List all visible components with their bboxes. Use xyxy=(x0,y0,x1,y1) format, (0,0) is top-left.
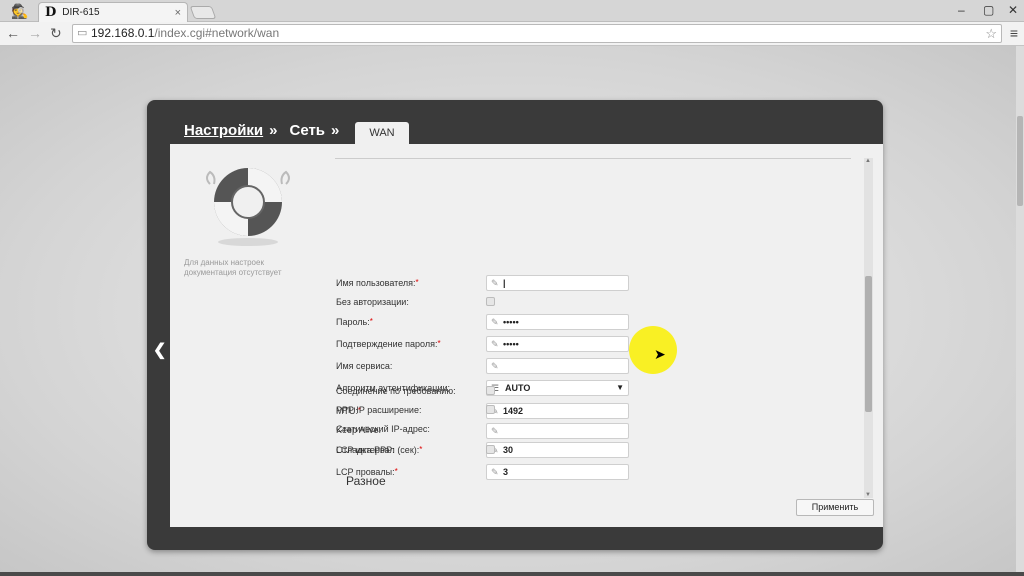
dlink-favicon-icon: D xyxy=(45,5,57,20)
service-name-label: Имя сервиса: xyxy=(336,361,393,371)
required-mark: * xyxy=(358,406,362,415)
lcp-interval-field[interactable]: ✎ 30 xyxy=(486,442,629,458)
pencil-icon: ✎ xyxy=(491,361,499,371)
new-tab-button[interactable] xyxy=(189,6,217,19)
password-value: ••••• xyxy=(503,317,519,327)
password-field[interactable]: ✎ ••••• xyxy=(486,314,629,330)
address-bar[interactable]: ▭ 192.168.0.1/index.cgi#network/wan ☆ xyxy=(72,24,1002,43)
help-text: Для данных настроек документация отсутст… xyxy=(184,258,282,277)
lcp-interval-value: 30 xyxy=(503,445,514,455)
back-icon[interactable]: ← xyxy=(6,25,20,41)
username-label-text: Имя пользователя: xyxy=(336,278,416,288)
row-lcp-fails: LCP провалы:* ✎ 3 xyxy=(336,464,636,480)
required-mark: * xyxy=(369,317,373,326)
reload-icon[interactable]: ↻ xyxy=(50,25,62,42)
dropdown-caret-icon: ▼ xyxy=(616,383,624,392)
browser-toolbar: ← → ↻ ▭ 192.168.0.1/index.cgi#network/wa… xyxy=(0,22,1024,46)
page-scrollbar[interactable] xyxy=(1016,46,1024,576)
row-no-auth: Без авторизации: xyxy=(336,294,636,310)
minimize-button[interactable]: – xyxy=(958,3,965,17)
close-window-button[interactable]: ✕ xyxy=(1008,3,1018,17)
page-icon: ▭ xyxy=(77,27,88,39)
row-mtu: MTU:* ✎ 1492 xyxy=(336,403,636,419)
browser-tab[interactable]: D DIR-615 × xyxy=(38,2,188,22)
lcp-fails-label-text: LCP провалы: xyxy=(336,467,395,477)
pencil-icon: ✎ xyxy=(491,278,499,288)
row-lcp-interval: LCP интервал (сек):* ✎ 30 xyxy=(336,442,636,458)
cursor-highlight xyxy=(629,326,677,374)
password-confirm-label: Подтверждение пароля:* xyxy=(336,339,441,349)
username-value: | xyxy=(503,278,506,288)
settings-content: Для данных настроек документация отсутст… xyxy=(170,144,883,527)
password-confirm-value: ••••• xyxy=(503,339,519,349)
router-panel: Настройки » Сеть » WAN ❮ Для данных наст… xyxy=(147,100,883,550)
row-service-name: Имя сервиса: ✎ xyxy=(336,358,636,374)
mtu-label-text: MTU: xyxy=(336,406,358,416)
lifebuoy-icon xyxy=(206,168,290,246)
pencil-icon: ✎ xyxy=(491,339,499,349)
section-divider xyxy=(335,158,851,159)
tab-title: DIR-615 xyxy=(62,7,100,18)
pencil-icon: ✎ xyxy=(491,406,499,416)
lcp-fails-field[interactable]: ✎ 3 xyxy=(486,464,629,480)
required-mark: * xyxy=(415,278,419,287)
mouse-cursor-icon: ➤ xyxy=(654,346,666,362)
back-arrow-icon[interactable]: ❮ xyxy=(153,340,166,360)
row-keep-alive: Keep Alive: ✓ xyxy=(336,422,636,438)
pencil-icon: ✎ xyxy=(491,445,499,455)
breadcrumb-settings[interactable]: Настройки xyxy=(184,122,263,139)
pencil-icon: ✎ xyxy=(491,317,499,327)
keep-alive-label: Keep Alive: xyxy=(336,425,382,435)
password-label: Пароль:* xyxy=(336,317,373,327)
tab-wan[interactable]: WAN xyxy=(355,122,409,144)
row-username: Имя пользователя:* ✎ | xyxy=(336,275,636,291)
maximize-button[interactable]: ▢ xyxy=(983,3,994,17)
breadcrumb: Настройки » Сеть » xyxy=(184,122,339,139)
lcp-fails-value: 3 xyxy=(503,467,509,477)
pencil-icon: ✎ xyxy=(491,467,499,477)
mtu-field[interactable]: ✎ 1492 xyxy=(486,403,629,419)
auth-algo-value: AUTO xyxy=(505,383,531,393)
lcp-interval-label: LCP интервал (сек):* xyxy=(336,445,422,455)
taskbar-strip xyxy=(0,572,1024,576)
row-auth-algo: Алгоритм аутентификации: ☰ AUTO ▼ xyxy=(336,380,636,396)
list-icon: ☰ xyxy=(491,383,500,393)
keep-alive-checkbox[interactable]: ✓ xyxy=(486,425,495,434)
url-path: /index.cgi#network/wan xyxy=(154,26,280,40)
username-label: Имя пользователя:* xyxy=(336,278,419,288)
breadcrumb-separator: » xyxy=(269,122,278,139)
lcp-fails-label: LCP провалы:* xyxy=(336,467,398,477)
mtu-label: MTU:* xyxy=(336,406,361,416)
no-auth-label: Без авторизации: xyxy=(336,297,409,307)
auth-algo-label: Алгоритм аутентификации: xyxy=(336,383,451,393)
row-password-confirm: Подтверждение пароля:* ✎ ••••• xyxy=(336,336,636,352)
breadcrumb-network[interactable]: Сеть xyxy=(289,122,325,139)
service-name-field[interactable]: ✎ xyxy=(486,358,629,374)
password-confirm-label-text: Подтверждение пароля: xyxy=(336,339,438,349)
required-mark: * xyxy=(394,467,398,476)
tab-close-icon[interactable]: × xyxy=(175,7,181,19)
browser-titlebar: 🕵 D DIR-615 × – ▢ ✕ xyxy=(0,0,1024,22)
forward-icon[interactable]: → xyxy=(28,25,42,41)
lcp-interval-label-text: LCP интервал (сек): xyxy=(336,445,420,455)
password-label-text: Пароль: xyxy=(336,317,370,327)
bookmark-star-icon[interactable]: ☆ xyxy=(985,25,997,42)
required-mark: * xyxy=(437,339,441,348)
required-mark: * xyxy=(419,445,423,454)
url-host: 192.168.0.1 xyxy=(91,26,155,40)
mtu-value: 1492 xyxy=(503,406,524,416)
auth-algo-select[interactable]: ☰ AUTO ▼ xyxy=(486,380,629,396)
page-scrollbar-thumb[interactable] xyxy=(1017,116,1023,206)
no-auth-checkbox[interactable] xyxy=(486,297,495,306)
password-confirm-field[interactable]: ✎ ••••• xyxy=(486,336,629,352)
incognito-icon: 🕵 xyxy=(11,2,29,19)
breadcrumb-separator: » xyxy=(331,122,340,139)
username-field[interactable]: ✎ | xyxy=(486,275,629,291)
browser-menu-icon[interactable]: ≡ xyxy=(1010,25,1018,41)
row-password: Пароль:* ✎ ••••• xyxy=(336,314,636,330)
